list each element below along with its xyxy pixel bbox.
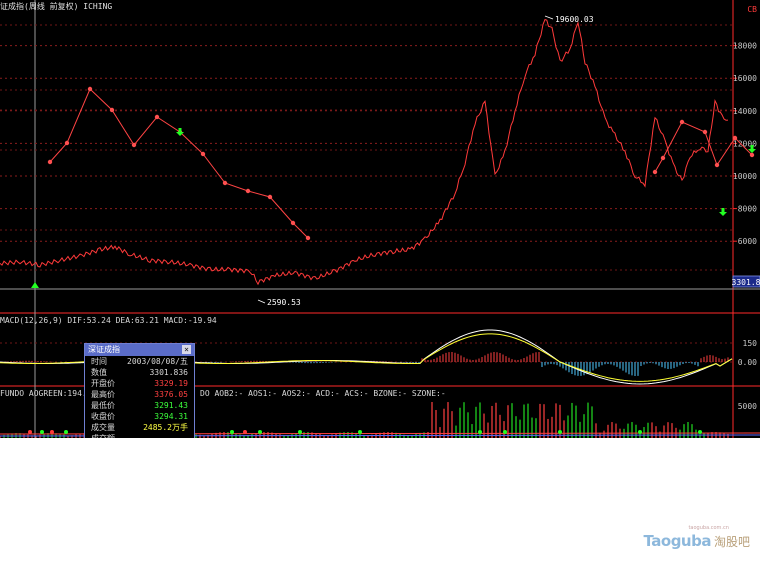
popup-row-label: 最低价 [91,401,115,410]
macd-tick-label: 150 [743,339,758,348]
popup-row: 最高价 3376.05 [85,389,194,400]
indicator-dot [243,430,247,434]
price-tick-label: 16000 [733,74,757,83]
indicator-dot [478,430,482,434]
up-arrow-icon [31,282,39,288]
overlay-pattern-left-point [47,159,53,165]
indicator-dot [50,430,54,434]
popup-row-label: 时间 [91,357,107,366]
popup-row-label: 开盘价 [91,379,115,388]
indicator-dot [698,430,702,434]
indicator-tick-label: 5000 [738,402,757,411]
overlay-pattern-left-point [245,188,251,194]
macd-label: MACD(12,26,9) DIF:53.24 DEA:63.21 MACD:-… [0,316,217,325]
indicator-dot [558,430,562,434]
popup-row-value: 3376.05 [154,390,188,399]
price-line [0,18,729,286]
overlay-pattern-right-point [652,169,658,175]
watermark-brand: Taoguba [643,532,711,550]
overlay-pattern-left-point [267,194,273,200]
peak-annotation: 19600.03 [555,15,594,24]
overlay-pattern-left-point [222,180,228,186]
price-tick-label: 18000 [733,42,757,51]
peak-pointer [544,15,554,20]
overlay-pattern-left-point [64,140,70,146]
chart-area: 6000 8000 10000 12000 14000 16000 18000 150 0.00… [0,0,760,438]
overlay-pattern-left-point [87,86,93,92]
popup-row: 时间 2003/08/08/五 [85,356,194,367]
price-tick-label: 8000 [738,205,757,214]
popup-row-label: 成交量 [91,423,115,432]
popup-row-value: 3294.31 [154,412,188,421]
popup-row: 成交量 2485.2万手 [85,422,194,433]
popup-row: 最低价 3291.43 [85,400,194,411]
data-popup[interactable]: 深证成指 × 时间 2003/08/08/五数值 3301.836 开盘价 3329.1… [84,343,195,438]
popup-row-value: 3291.43 [154,401,188,410]
popup-row: 开盘价 3329.19 [85,378,194,389]
popup-row: 成交额 [85,433,194,438]
overlay-pattern-right-point [702,129,708,135]
macd-tick-label: 0.00 [738,358,757,367]
indicator-dot [40,430,44,434]
popup-rows: 时间 2003/08/08/五数值 3301.836 开盘价 3329.19 最高价 337… [85,356,194,438]
close-icon[interactable]: × [182,345,191,354]
watermark-url: taoguba.com.cn [688,525,729,531]
popup-row: 收盘价 3294.31 [85,411,194,422]
overlay-pattern-right-point [660,155,666,161]
overlay-pattern-right-point [749,152,755,158]
watermark-brand-cn: 淘股吧 [713,535,750,549]
overlay-pattern-left-point [290,220,296,226]
overlay-pattern-right-point [732,135,738,141]
overlay-pattern-left-point [305,235,311,241]
indicator-dot [64,430,68,434]
indicator-dot [358,430,362,434]
watermark-logo: taoguba.com.cn Taoguba 淘股吧 [643,525,750,551]
overlay-pattern-left-point [200,151,206,157]
cb-label: CB [747,5,757,14]
popup-row-value: 3329.19 [154,379,188,388]
popup-row-label: 成交额 [91,433,115,438]
price-tick-label: 6000 [738,237,757,246]
indicator-dot [28,430,32,434]
popup-title: 深证成指 [88,345,120,354]
indicator-dot [298,430,302,434]
overlay-pattern-right-point [679,119,685,125]
popup-row: 数值 3301.836 [85,367,194,378]
overlay-pattern-left-point [109,107,115,113]
overlay-pattern-left-point [131,142,137,148]
overlay-pattern-left-point [154,114,160,120]
current-price-label: 3301.8 [732,278,760,287]
chart-title: 证成指(周线 前复权) ICHING [0,1,112,11]
price-tick-label: 12000 [733,139,757,148]
popup-row-value: 2003/08/08/五 [127,357,188,366]
price-tick-label: 10000 [733,172,757,181]
indicator-dot [258,430,262,434]
trough-pointer [257,299,266,304]
overlay-pattern-left [49,88,309,239]
popup-row-value: 2485.2万手 [143,423,188,432]
indicator-dot [503,430,507,434]
price-tick-label: 14000 [733,107,757,116]
indicator-dot [230,430,234,434]
indicator-dot [638,430,642,434]
popup-row-label: 收盘价 [91,412,115,421]
popup-header[interactable]: 深证成指 × [85,344,194,356]
down-arrow-icon [719,208,727,216]
indicator-label-2: DO AOB2:- AOS1:- AOS2:- ACD:- ACS:- BZON… [200,389,446,398]
popup-row-label: 数值 [91,368,107,377]
overlay-pattern-right-point [714,162,720,168]
popup-row-value: 3301.836 [149,368,188,377]
trough-annotation: 2590.53 [267,298,301,307]
popup-row-label: 最高价 [91,390,115,399]
